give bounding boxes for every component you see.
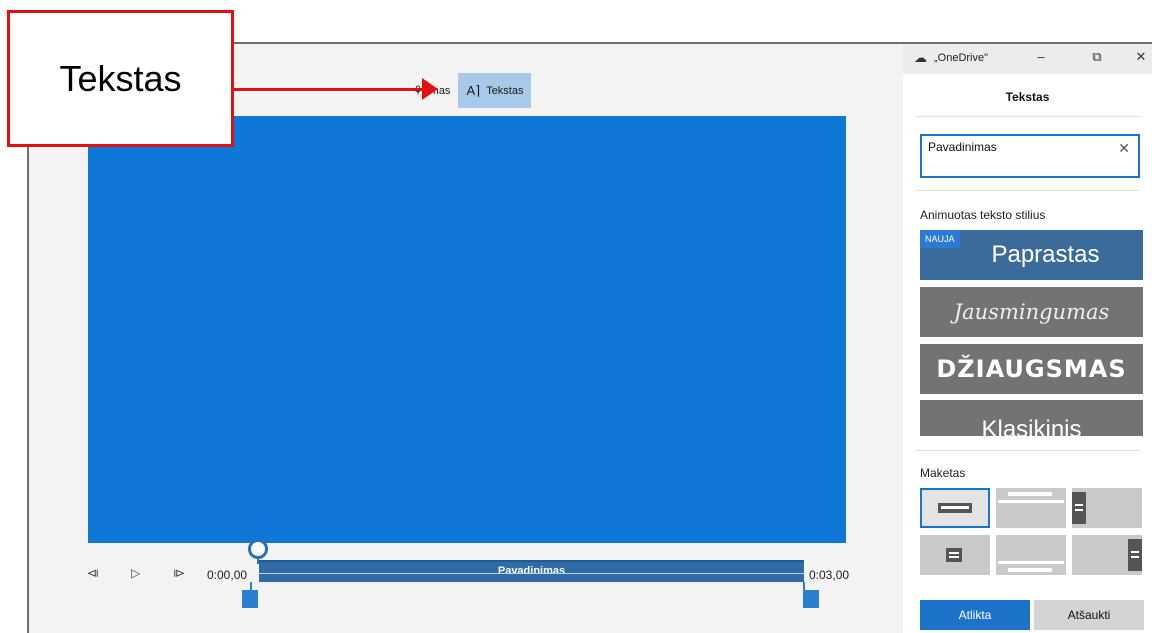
layout-bottom[interactable] <box>996 535 1066 575</box>
layout-left[interactable] <box>1072 488 1142 528</box>
layout-top-line <box>998 500 1064 503</box>
layout-top-bar <box>1008 492 1052 496</box>
layout-top[interactable] <box>996 488 1066 528</box>
style-joyful[interactable]: DŽIAUGSMAS <box>920 344 1143 394</box>
style-classic[interactable]: Klasikinis <box>920 400 1143 436</box>
title-text-field[interactable]: ✕ <box>920 134 1140 178</box>
minimize-icon[interactable]: – <box>1031 49 1051 64</box>
previous-frame-icon[interactable]: ⧏ <box>87 566 99 580</box>
restore-icon[interactable]: ⧉ <box>1087 49 1107 65</box>
text-icon: A⌉ <box>466 83 481 98</box>
text-clip-label: Pavadinimas <box>497 565 566 577</box>
playhead-scrubber[interactable] <box>248 539 268 559</box>
divider <box>915 190 1140 191</box>
style-simple-label: Paprastas <box>991 241 1100 268</box>
cloud-icon: ☁ <box>914 50 927 65</box>
layout-right-bar <box>1128 539 1142 571</box>
style-sentimental-label: Jausmingumas <box>953 300 1110 324</box>
layout-center-small[interactable] <box>920 535 990 575</box>
callout-label: Tekstas <box>59 57 182 99</box>
text-button-label: Tekstas <box>486 84 524 97</box>
text-panel: ☁ „OneDrive" – ⧉ ✕ Tekstas ✕ Animuotas t… <box>903 42 1152 633</box>
layout-bottom-line <box>998 561 1064 564</box>
layout-right-line2 <box>1131 556 1139 558</box>
text-button[interactable]: A⌉ Tekstas <box>458 73 532 108</box>
track-divider <box>259 573 804 574</box>
style-sentimental[interactable]: Jausmingumas <box>920 287 1143 337</box>
close-icon[interactable]: ✕ <box>1131 49 1151 65</box>
style-classic-label: Klasikinis <box>981 416 1082 436</box>
layout-center-line <box>941 506 969 509</box>
divider <box>915 116 1140 117</box>
done-button[interactable]: Atlikta <box>920 600 1030 630</box>
style-simple[interactable]: NAUJA Paprastas <box>920 230 1143 280</box>
cancel-button[interactable]: Atšaukti <box>1034 600 1144 630</box>
current-time: 0:00,00 <box>207 568 248 582</box>
window-titlebar: ☁ „OneDrive" – ⧉ ✕ <box>903 44 1152 74</box>
title-input[interactable] <box>928 140 1118 154</box>
layout-left-line2 <box>1075 509 1083 511</box>
play-icon[interactable]: ▷ <box>131 566 140 580</box>
end-time: 0:03,00 <box>809 568 850 582</box>
style-joyful-label: DŽIAUGSMAS <box>936 355 1127 383</box>
layout-label: Maketas <box>920 466 966 480</box>
layout-right-line1 <box>1131 551 1139 553</box>
callout-box: Tekstas <box>7 10 234 147</box>
text-clip-track[interactable]: Pavadinimas <box>259 560 804 582</box>
layout-left-line1 <box>1075 504 1083 506</box>
screenshot: ⚘ mas A⌉ Tekstas ⧏ ▷ ⧐ 0:00,00 Pavadinim… <box>0 0 1152 633</box>
layout-right[interactable] <box>1072 535 1142 575</box>
divider <box>915 450 1140 451</box>
layout-left-bar <box>1072 492 1086 524</box>
layout-center[interactable] <box>920 488 990 528</box>
trim-start-handle[interactable] <box>242 590 258 608</box>
layout-bottom-bar <box>1008 568 1052 572</box>
layout-center-small-bar <box>946 548 962 562</box>
animated-style-label: Animuotas teksto stilius <box>920 208 1046 222</box>
video-preview <box>88 116 846 543</box>
new-badge: NAUJA <box>920 230 960 248</box>
callout-arrow-head-icon <box>422 78 438 100</box>
timeline: ⧏ ▷ ⧐ 0:00,00 Pavadinimas 0:03,00 <box>29 539 905 633</box>
layout-center-small-line1 <box>949 552 959 554</box>
clear-icon[interactable]: ✕ <box>1118 140 1130 157</box>
layout-center-small-line2 <box>949 556 959 558</box>
panel-body: Tekstas ✕ Animuotas teksto stilius NAUJA… <box>903 74 1152 633</box>
next-frame-icon[interactable]: ⧐ <box>173 566 185 580</box>
panel-heading: Tekstas <box>1005 90 1050 104</box>
callout-arrow-line <box>234 88 432 91</box>
window-title: „OneDrive" <box>934 52 989 64</box>
trim-end-handle[interactable] <box>803 590 819 608</box>
